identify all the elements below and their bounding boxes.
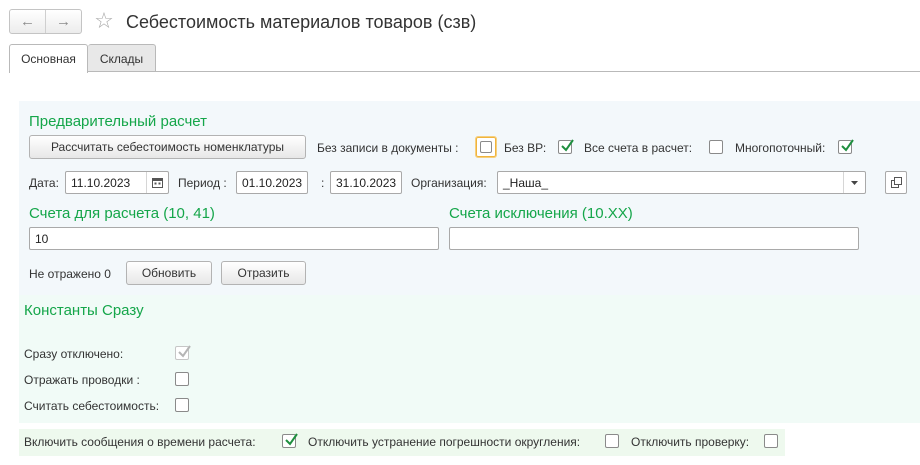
period-from-value: 01.10.2023 [242,175,303,190]
exceptions-input[interactable] [449,227,859,250]
reflect-button[interactable]: Отразить [221,261,306,285]
period-from-field[interactable]: 01.10.2023 [236,171,308,194]
no-write-label: Без записи в документы : [317,141,459,155]
immediately-off-checkbox [175,345,191,360]
refresh-button[interactable]: Обновить [126,261,212,285]
period-separator: : [321,176,325,190]
accounts-header: Счета для расчета (10, 41) [29,205,215,222]
date-label: Дата: [29,176,59,190]
multithread-checkbox[interactable] [838,139,854,154]
period-to-value: 31.10.2023 [336,175,397,190]
messages-checkbox[interactable] [282,433,298,448]
exceptions-header: Счета исключения (10.XX) [449,205,633,222]
reflect-postings-label: Отражать проводки : [24,373,140,387]
no-write-checkbox[interactable] [475,136,497,158]
organization-label: Организация: [411,176,487,190]
calendar-icon[interactable] [146,172,168,193]
calendar-glyph-icon [152,178,163,188]
date-value: 11.10.2023 [71,175,131,190]
tab-divider [9,71,920,72]
disable-check-label: Отключить проверку: [631,435,750,449]
open-form-button[interactable] [885,171,907,194]
accounts-input[interactable]: 10 [29,227,439,250]
multithread-label: Многопоточный: [735,141,826,155]
prelim-header: Предварительный расчет [29,113,208,130]
chevron-down-icon [851,180,858,185]
page-title: Себестоимость материалов товаров (сзв) [126,12,477,32]
all-accounts-checkbox[interactable] [709,140,723,154]
checkmark-icon [285,433,298,446]
back-button[interactable]: ← [10,10,45,33]
calculate-cost-checkbox[interactable] [175,398,189,412]
not-reflected-label: Не отражено 0 [29,267,111,281]
organization-value: _Наша_ [503,175,548,190]
tab-warehouses[interactable]: Склады [88,44,156,72]
tab-main[interactable]: Основная [9,44,88,73]
date-field[interactable]: 11.10.2023 [65,171,169,194]
open-form-icon [890,177,902,188]
period-to-field[interactable]: 31.10.2023 [330,171,402,194]
checkmark-icon [561,139,574,152]
no-vr-checkbox[interactable] [558,139,574,154]
period-label: Период : [178,176,227,190]
calculate-cost-label: Считать себестоимость: [24,399,160,413]
dropdown-arrow-icon[interactable] [843,172,865,193]
rounding-checkbox[interactable] [605,434,619,448]
all-accounts-label: Все счета в расчет: [584,141,693,155]
navigation-buttons: ← → [9,9,82,34]
calculate-cost-button[interactable]: Рассчитать себестоимость номенклатуры [29,135,306,159]
forward-button[interactable]: → [45,10,81,33]
rounding-label: Отключить устранение погрешности округле… [308,435,581,449]
checkmark-icon [178,345,191,358]
checkmark-icon [841,139,854,152]
forward-arrow-icon: → [56,13,71,30]
constants-header: Константы Сразу [24,302,144,319]
disable-check-checkbox[interactable] [764,434,778,448]
favorite-star-icon[interactable]: ☆ [92,9,116,33]
messages-label: Включить сообщения о времени расчета: [24,435,256,449]
immediately-off-label: Сразу отключено: [24,347,124,361]
no-write-checkbox-box [480,141,492,153]
reflect-postings-checkbox[interactable] [175,372,189,386]
accounts-value: 10 [35,231,49,246]
organization-select[interactable]: _Наша_ [497,171,866,194]
no-vr-label: Без ВР: [504,141,547,155]
back-arrow-icon: ← [20,13,35,30]
